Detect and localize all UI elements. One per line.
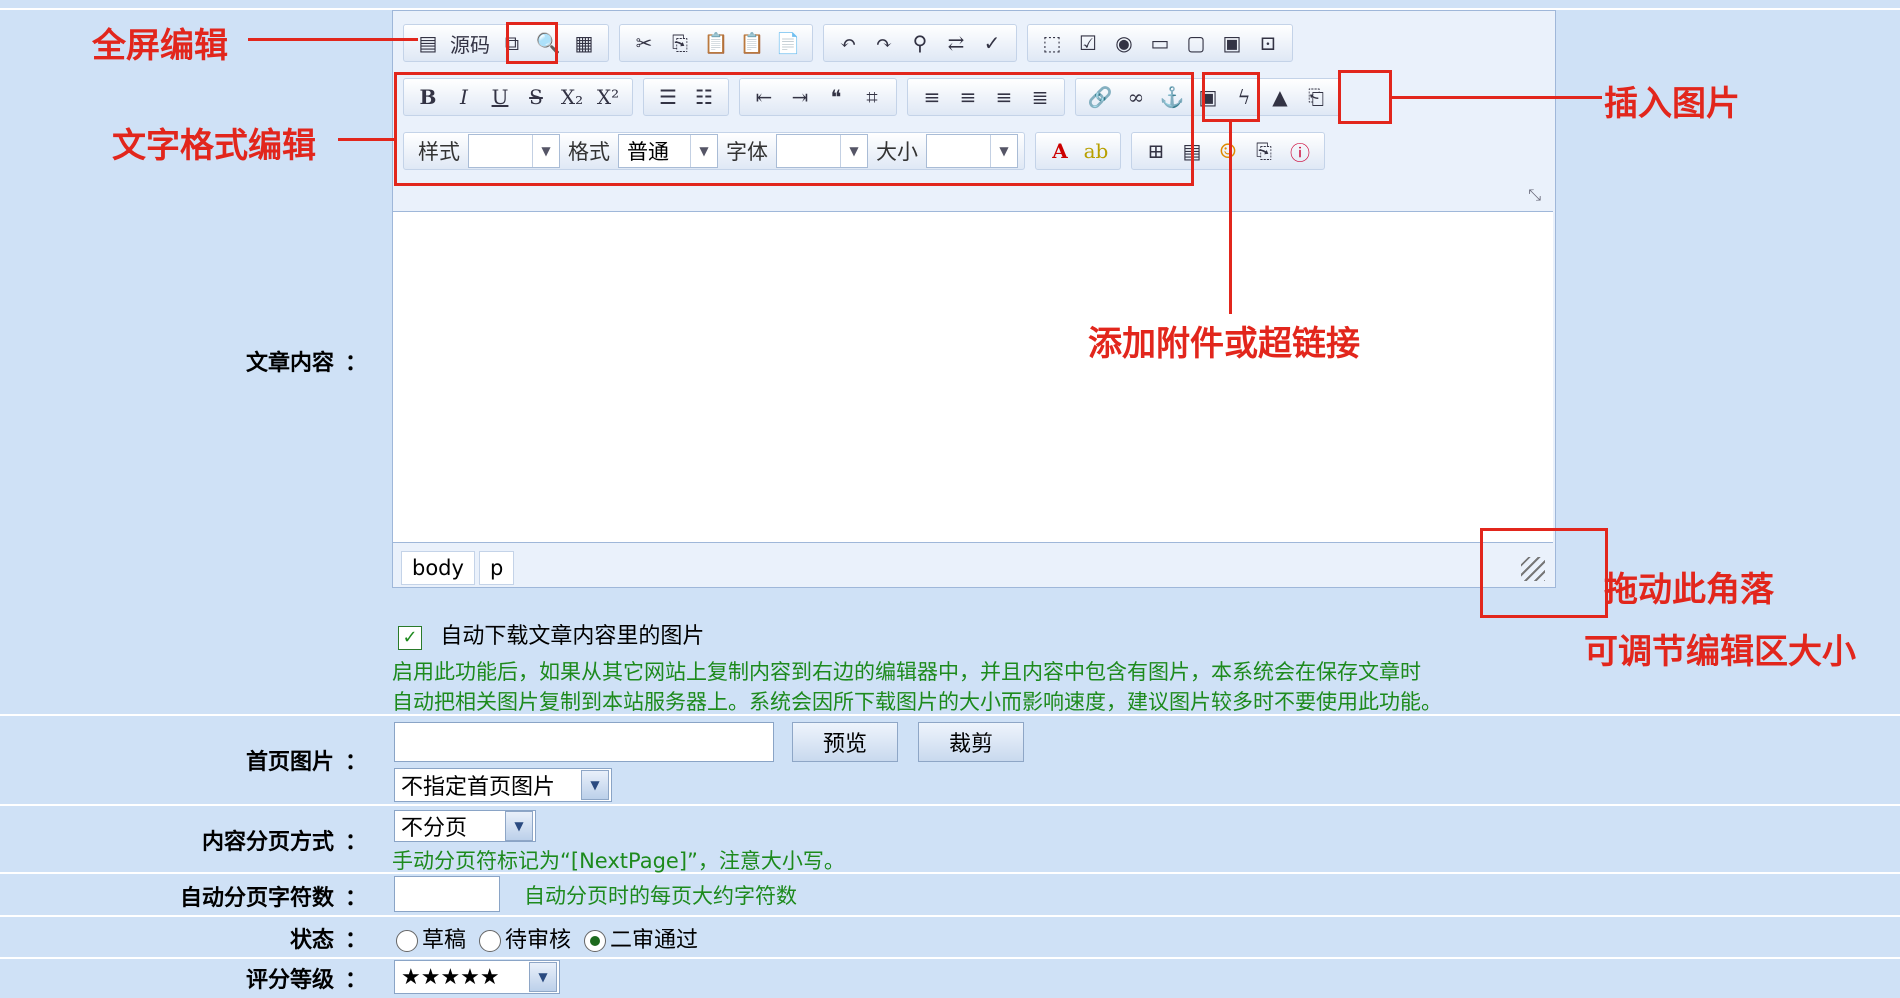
spellcheck-icon[interactable]: ✓ [974, 27, 1010, 59]
toolbar-group-clipboard: ✂ ⎘ 📋 📋 📄 [619, 24, 813, 62]
annotation-line [1229, 122, 1232, 314]
rating-select[interactable]: ★★★★★ ▼ [394, 960, 560, 994]
replace-icon[interactable]: ⇄ [938, 27, 974, 59]
paste-text-icon[interactable]: 📋 [734, 27, 770, 59]
checkbox-icon[interactable]: ☑ [1070, 27, 1106, 59]
toolbar-group-forms: ⬚ ☑ ◉ ▭ ▢ ▣ ⊡ [1027, 24, 1293, 62]
status-option-approved[interactable]: 二审通过 [584, 928, 698, 953]
annotation-resize-area: 可调节编辑区大小 [1584, 632, 1856, 672]
auto-download-checkbox[interactable]: ✓ [398, 625, 422, 650]
home-image-input[interactable] [394, 722, 774, 762]
rating-label: 评分等级： [245, 968, 367, 993]
textfield-icon[interactable]: ▭ [1142, 27, 1178, 59]
path-item-p[interactable]: p [478, 551, 515, 585]
radio-icon[interactable]: ◉ [1106, 27, 1142, 59]
annotation-box-insert-image [1338, 70, 1392, 124]
template-icon[interactable]: ▦ [566, 27, 602, 59]
chevron-down-icon: ▼ [529, 962, 557, 992]
path-item-body[interactable]: body [401, 551, 475, 585]
pagination-select[interactable]: 不分页 ▼ [394, 810, 536, 842]
special-char-icon[interactable]: ⓘ [1282, 135, 1318, 167]
hidden-field-icon[interactable]: ⊡ [1250, 27, 1286, 59]
paste-word-icon[interactable]: 📄 [770, 27, 806, 59]
annotation-box-attachment [1202, 72, 1260, 122]
form-icon[interactable]: ⬚ [1034, 27, 1070, 59]
pagination-help: 手动分页符标记为“[NextPage]”，注意大小写。 [392, 849, 845, 873]
cut-icon[interactable]: ✂ [626, 27, 662, 59]
smiley-icon[interactable]: ☺ [1210, 135, 1246, 167]
home-image-select[interactable]: 不指定首页图片 ▼ [394, 768, 612, 802]
annotation-box-fullscreen [506, 22, 558, 64]
paste-content-icon[interactable]: ⎗ [1298, 81, 1334, 113]
status-option-pending[interactable]: 待审核 [479, 928, 571, 953]
annotation-drag-corner: 拖动此角落 [1604, 570, 1774, 610]
auto-download-option: ✓ 自动下载文章内容里的图片 [398, 618, 704, 650]
collapse-toolbar-icon[interactable]: ⤡ [1528, 185, 1541, 205]
row-separator [0, 915, 1900, 917]
annotation-attachment-link: 添加附件或超链接 [1088, 324, 1360, 364]
page-break-icon[interactable]: ⎘ [1246, 135, 1282, 167]
auto-page-chars-input[interactable] [394, 876, 500, 912]
annotation-fullscreen: 全屏编辑 [92, 26, 228, 66]
redo-icon[interactable]: ↷ [866, 27, 902, 59]
preview-button[interactable]: 预览 [792, 722, 898, 762]
annotation-line [248, 38, 418, 41]
element-path-bar: body p [401, 551, 518, 585]
status-radio-group: 草稿 待审核 二审通过 [396, 922, 698, 954]
auto-download-label: 自动下载文章内容里的图片 [440, 624, 705, 649]
auto-download-help-1: 启用此功能后，如果从其它网站上复制内容到右边的编辑器中，并且内容中包含有图片，本… [392, 660, 1421, 684]
status-label: 状态： [289, 928, 367, 953]
row-separator [0, 804, 1900, 806]
annotation-insert-image: 插入图片 [1604, 84, 1740, 124]
annotation-box-resize [1480, 528, 1608, 618]
copy-icon[interactable]: ⎘ [662, 27, 698, 59]
undo-icon[interactable]: ↶ [830, 27, 866, 59]
annotation-line [1392, 96, 1602, 99]
row-separator [0, 957, 1900, 959]
annotation-text-format: 文字格式编辑 [112, 126, 316, 166]
source-button[interactable]: 源码 [446, 27, 494, 59]
crop-button[interactable]: 裁剪 [918, 722, 1024, 762]
toolbar-group-edit: ↶ ↷ ⚲ ⇄ ✓ [823, 24, 1017, 62]
article-content-label: 文章内容： [245, 351, 367, 376]
textarea-icon[interactable]: ▢ [1178, 27, 1214, 59]
auto-download-help-2: 自动把相关图片复制到本站服务器上。系统会因所下载图片的大小而影响速度，建议图片较… [392, 690, 1442, 714]
annotation-line [338, 138, 396, 141]
annotation-box-text-format [394, 72, 1194, 186]
find-icon[interactable]: ⚲ [902, 27, 938, 59]
pagination-label: 内容分页方式： [201, 830, 367, 855]
watermark-icon[interactable]: ▲ [1262, 81, 1298, 113]
image-button-icon[interactable]: ▣ [1214, 27, 1250, 59]
paste-icon[interactable]: 📋 [698, 27, 734, 59]
status-option-draft[interactable]: 草稿 [396, 928, 466, 953]
editor-content-area[interactable] [393, 211, 1553, 543]
source-icon[interactable]: ▤ [410, 27, 446, 59]
row-separator [0, 872, 1900, 874]
auto-page-chars-label: 自动分页字符数： [179, 886, 367, 911]
chevron-down-icon: ▼ [581, 770, 609, 800]
auto-page-chars-help: 自动分页时的每页大约字符数 [524, 884, 797, 908]
chevron-down-icon: ▼ [505, 811, 533, 841]
home-image-label: 首页图片： [245, 750, 367, 775]
